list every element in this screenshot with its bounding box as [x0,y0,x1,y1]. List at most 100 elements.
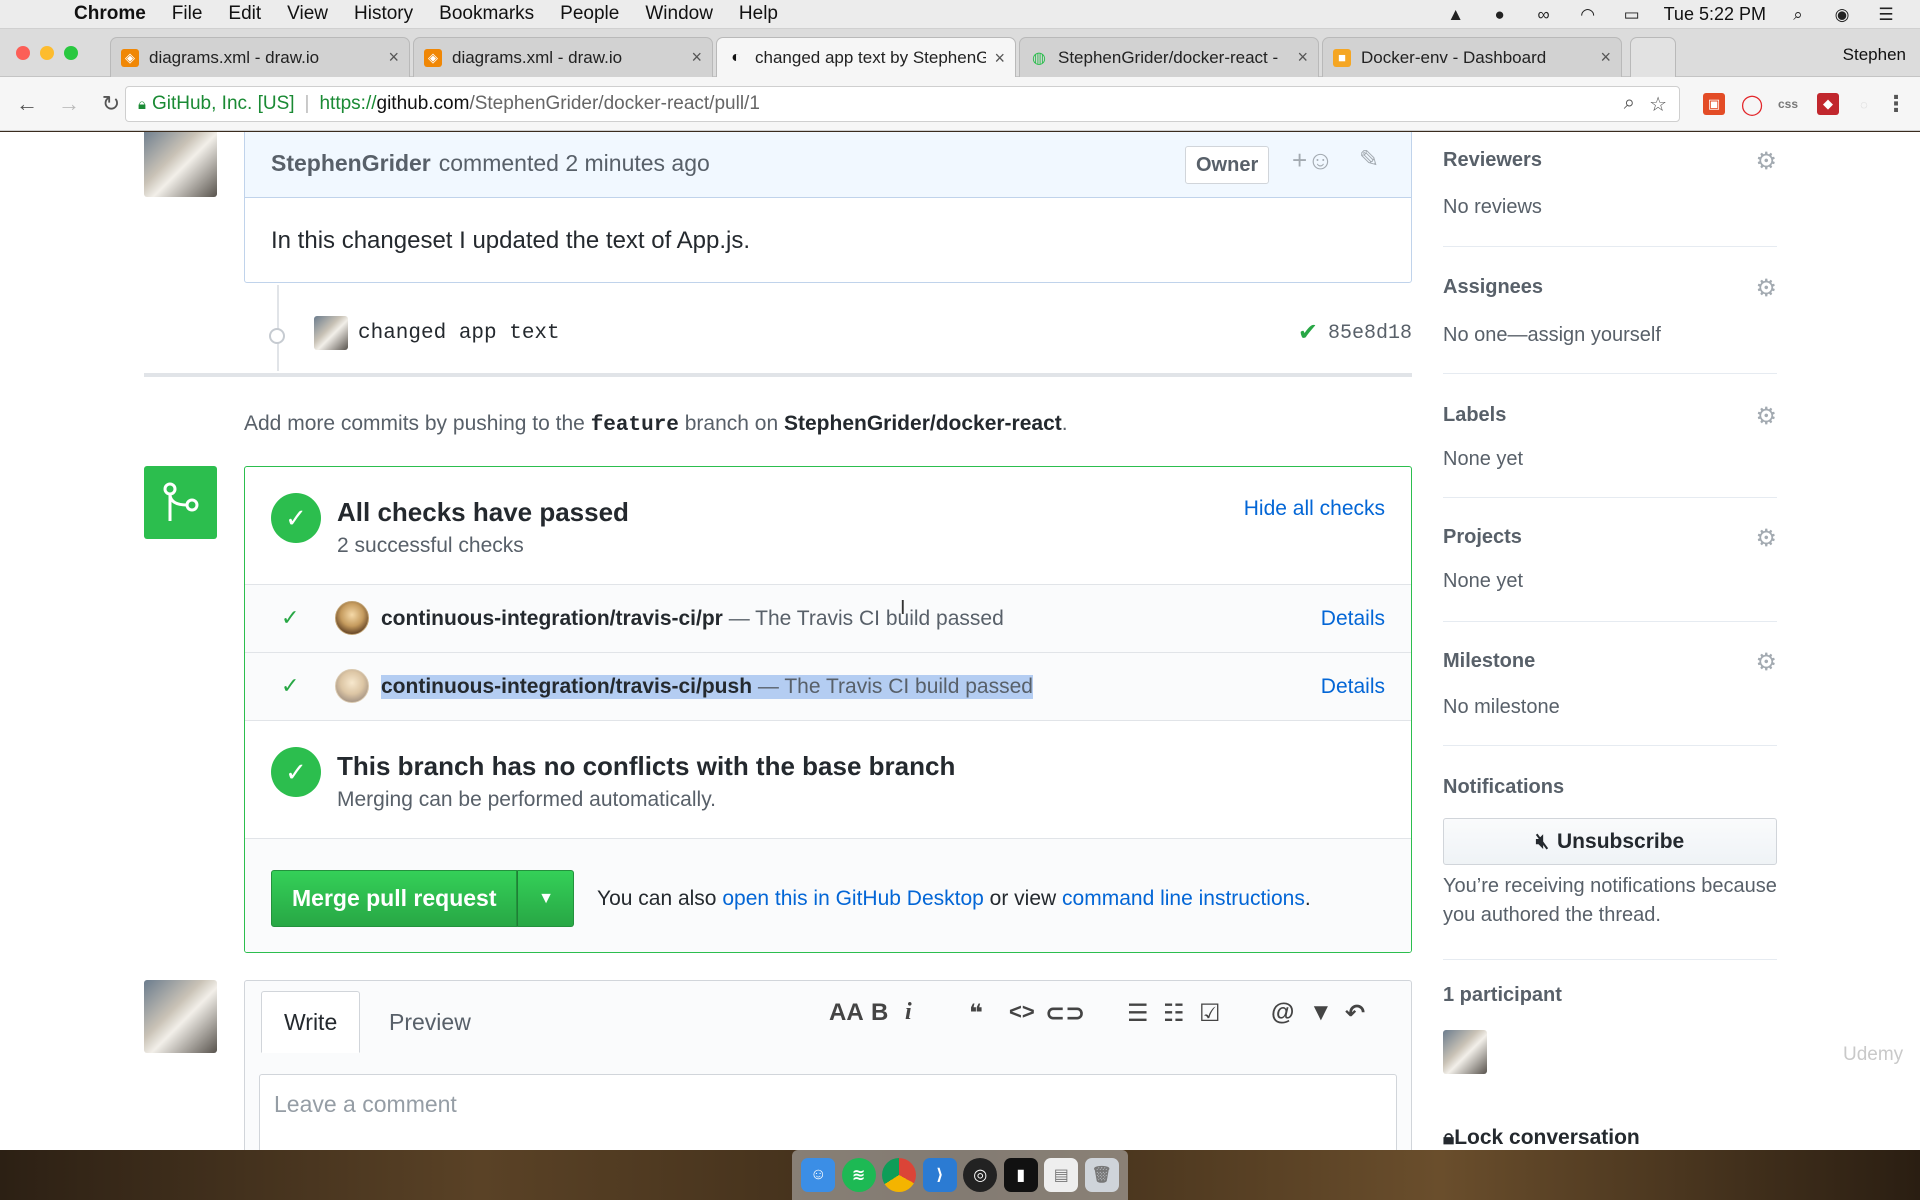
forward-icon[interactable]: → [54,91,84,117]
saved-reply-icon[interactable]: ▼ [1309,999,1333,1027]
profile-name[interactable]: Stephen [1843,45,1906,65]
notifications-title: Notifications [1443,776,1565,798]
spotlight-search-icon[interactable]: ⌕ [1786,5,1810,24]
spotify-icon[interactable]: ≋ [841,1158,876,1192]
tab-close-icon[interactable]: × [388,47,399,68]
reload-icon[interactable]: ↻ [96,91,126,117]
notification-center-icon[interactable]: ☰ [1874,5,1898,24]
bold-tool-icon[interactable]: B [871,999,888,1027]
extension-icon[interactable]: ▣ [1703,93,1725,115]
heading-tool-icon[interactable]: AA [829,999,864,1027]
mention-icon[interactable]: @ [1271,999,1294,1027]
branch-name: feature [590,414,679,437]
current-user-avatar[interactable] [144,980,217,1053]
opera-icon[interactable]: ◯ [1741,93,1763,116]
numbered-list-icon[interactable]: ☷ [1163,999,1185,1028]
siri-icon[interactable]: ◉ [1830,5,1854,24]
documents-icon[interactable]: ▤ [1044,1158,1079,1192]
projects-gear-icon[interactable]: ⚙ [1755,524,1777,553]
bulleted-list-icon[interactable]: ☰ [1127,999,1149,1028]
travis-ci-avatar [335,669,369,703]
new-tab-button[interactable] [1630,37,1676,77]
tab-write[interactable]: Write [261,991,361,1053]
tab-close-icon[interactable]: × [1297,47,1308,68]
italic-tool-icon[interactable]: i [905,999,912,1026]
chrome-menu-icon[interactable]: ⋮ [1885,91,1907,116]
bookmark-star-icon[interactable]: ☆ [1649,92,1667,117]
command-line-instructions-link[interactable]: command line instructions [1062,887,1305,910]
commit-status-check-icon[interactable]: ✔ [1298,318,1318,347]
edit-pencil-icon[interactable]: ✎ [1359,145,1379,174]
labels-gear-icon[interactable]: ⚙ [1755,402,1777,431]
extension-disabled-icon[interactable]: ◌ [1853,93,1875,115]
menu-app-name[interactable]: Chrome [74,3,146,25]
menu-window[interactable]: Window [645,3,713,25]
glasses-icon[interactable]: ∞ [1532,5,1556,24]
comment-author[interactable]: StephenGrider [271,150,431,177]
chrome-icon[interactable] [882,1158,917,1192]
quote-tool-icon[interactable]: ❝ [969,999,983,1028]
back-icon[interactable]: ← [12,91,42,117]
zoom-icon[interactable]: ⌕ [1624,92,1635,115]
menu-people[interactable]: People [560,3,619,25]
reviewers-gear-icon[interactable]: ⚙ [1755,147,1777,176]
window-zoom-button[interactable] [64,46,78,60]
add-reaction-icon[interactable]: +☺ [1292,145,1334,176]
comment-timestamp[interactable]: commented 2 minutes ago [439,150,710,177]
participant-avatar[interactable] [1443,1030,1487,1074]
commit-sha[interactable]: 85e8d18 [1328,322,1412,345]
obs-icon[interactable]: ◎ [963,1158,998,1192]
assignees-value[interactable]: No one—assign yourself [1443,324,1661,347]
menu-history[interactable]: History [354,3,413,25]
code-tool-icon[interactable]: <> [1009,999,1035,1025]
menu-view[interactable]: View [287,3,328,25]
app-status-icon[interactable]: ● [1488,5,1512,24]
comment-textarea[interactable]: Leave a comment [259,1074,1397,1150]
details-link[interactable]: Details [1321,607,1385,631]
css-extension-icon[interactable]: css [1777,93,1799,115]
address-bar[interactable]: 🔒︎ GitHub, Inc. [US] | https:// github.c… [125,86,1680,122]
browser-tab[interactable]: ◍ StephenGrider/docker-react - × [1019,37,1319,77]
merge-alternatives: You can also open this in GitHub Desktop… [597,887,1311,911]
task-list-icon[interactable]: ☑ [1199,999,1221,1028]
menu-help[interactable]: Help [739,3,778,25]
git-merge-icon [144,466,217,539]
ublock-icon[interactable]: ◆ [1817,93,1839,115]
trash-icon[interactable]: 🗑︎ [1084,1158,1119,1192]
reply-icon[interactable]: ↶ [1345,999,1365,1028]
menu-bookmarks[interactable]: Bookmarks [439,3,534,25]
hide-all-checks-link[interactable]: Hide all checks [1244,497,1385,521]
battery-icon[interactable]: ▭ [1620,5,1644,24]
menu-edit[interactable]: Edit [228,3,261,25]
browser-tab[interactable]: ■ Docker-env - Dashboard × [1322,37,1622,77]
details-link[interactable]: Details [1321,675,1385,699]
unsubscribe-button[interactable]: 🔇︎ Unsubscribe [1443,818,1777,865]
lock-conversation-link[interactable]: 🔒︎Lock conversation [1443,1126,1640,1150]
author-avatar[interactable] [144,132,217,197]
browser-tab-active[interactable]: ◐ changed app text by StephenG × [716,37,1016,78]
tab-close-icon[interactable]: × [1600,47,1611,68]
vscode-icon[interactable]: ⟩ [922,1158,957,1192]
menu-file[interactable]: File [172,3,203,25]
window-close-button[interactable] [16,46,30,60]
finder-icon[interactable]: ☺ [801,1158,836,1192]
browser-tab[interactable]: ◈ diagrams.xml - draw.io × [413,37,713,77]
window-minimize-button[interactable] [40,46,54,60]
merge-method-dropdown[interactable]: ▼ [517,870,575,927]
milestone-gear-icon[interactable]: ⚙ [1755,648,1777,677]
link-tool-icon[interactable]: ⊂⊃ [1045,999,1085,1028]
tab-close-icon[interactable]: × [691,47,702,68]
browser-tab[interactable]: ◈ diagrams.xml - draw.io × [110,37,410,77]
docker-status-icon[interactable]: ▲ [1444,5,1468,24]
menubar-clock[interactable]: Tue 5:22 PM [1664,4,1766,25]
status-check-text: continuous-integration/travis-ci/push — … [381,675,1033,699]
assignees-gear-icon[interactable]: ⚙ [1755,274,1777,303]
tab-close-icon[interactable]: × [994,48,1005,69]
commit-message[interactable]: changed app text [358,322,560,345]
tab-preview[interactable]: Preview [367,991,493,1053]
merge-pull-request-button[interactable]: Merge pull request [271,870,518,927]
terminal-icon[interactable]: ▮ [1003,1158,1038,1192]
github-desktop-link[interactable]: open this in GitHub Desktop [722,887,983,910]
wifi-icon[interactable]: ◠ [1576,5,1600,24]
commit-author-avatar[interactable] [314,316,348,350]
